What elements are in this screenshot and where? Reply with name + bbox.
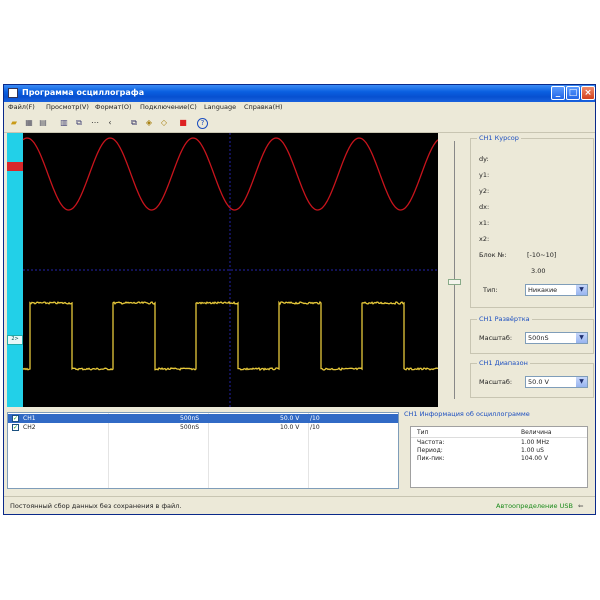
chevron-down-icon[interactable]: ▼ [576,377,587,387]
zoom-out-icon[interactable]: ◇ [159,118,169,128]
cursor-group-title: CH1 Курсор [477,134,521,142]
save-icon[interactable]: ▦ [24,118,34,128]
ch2-checkbox[interactable]: ✓ [12,424,19,431]
cursor-x2-label: x2: [479,235,490,243]
zoom-in-icon[interactable]: ◈ [144,118,154,128]
dots-icon[interactable]: ⋯ [90,118,100,128]
range-scale-select[interactable]: 50.0 V ▼ [525,376,588,388]
menu-view[interactable]: Просмотр(V) [46,103,89,111]
info-title: CH1 Информация об осциллограмме [404,410,530,418]
cursor-dy-label: dy: [479,155,489,163]
minimize-button[interactable]: _ [551,86,565,100]
range-scale-value: 50.0 V [528,378,549,386]
info-type: Пик-пик: [417,455,445,462]
waveform-plot [22,133,438,407]
info-value: 1.00 MHz [521,439,550,446]
chevron-down-icon[interactable]: ▼ [576,333,587,343]
info-header-value: Величина [521,429,552,436]
app-icon [8,88,18,98]
channel-timebase: 500nS [180,415,200,422]
chevron-down-icon[interactable]: ▼ [576,285,587,295]
app-window: Программа осциллографа _ □ × Файл(F) Про… [3,84,596,515]
menu-format[interactable]: Формат(O) [95,103,132,111]
sweep-scale-label: Масштаб: [479,334,513,342]
status-text: Постоянный сбор данных без сохранения в … [10,502,182,510]
slider-thumb[interactable] [448,279,461,285]
status-bar: Постоянный сбор данных без сохранения в … [4,496,595,515]
cursor-type-value: Никакие [528,286,558,294]
info-row: Период: 1.00 uS [411,447,587,455]
ch1-checkbox[interactable]: ✓ [12,415,19,422]
block-label: Блок №: [479,251,507,259]
right-panel: CH1 Курсор dy: y1: y2: dx: x1: x2: Блок … [470,133,594,407]
table-icon[interactable]: ▥ [59,118,69,128]
block-range: [-10~10] [527,251,557,259]
help-icon[interactable]: ? [197,118,208,129]
toolbar: ▰ ▦ ▤ ▥ ⧉ ⋯ ‹ ⧉ ◈ ◇ ■ ? [4,115,595,133]
channel-volts: 50.0 V [280,415,300,422]
info-header-row: Тип Величина [411,429,587,438]
cursor-group: CH1 Курсор dy: y1: y2: dx: x1: x2: Блок … [470,134,594,308]
cursor-dx-label: dx: [479,203,490,211]
maximize-button[interactable]: □ [566,86,580,100]
sweep-group-title: CH1 Развёртка [477,315,532,323]
table-row[interactable]: ✓ CH1 500nS 50.0 V /10 [8,414,398,423]
window-title: Программа осциллографа [22,88,145,97]
range-group: CH1 Диапазон Масштаб: 50.0 V ▼ [470,359,594,398]
info-row: Частота: 1.00 MHz [411,439,587,447]
info-type: Период: [417,447,443,454]
info-header-type: Тип [417,429,429,436]
cursor-type-label: Тип: [483,286,498,294]
sweep-scale-select[interactable]: 500nS ▼ [525,332,588,344]
info-value: 104.00 V [521,455,549,462]
waveform-info-panel: CH1 Информация об осциллограмме Тип Вели… [402,410,592,490]
oscilloscope-screen[interactable]: 2> [7,133,438,407]
channel-name: CH2 [23,424,36,431]
menu-bar: Файл(F) Просмотр(V) Формат(O) Подключени… [4,102,595,114]
channel-probe: /10 [310,415,320,422]
info-row: Пик-пик: 104.00 V [411,455,587,463]
arrow-left-icon[interactable]: ‹ [105,118,115,128]
menu-file[interactable]: Файл(F) [8,103,35,111]
title-bar[interactable]: Программа осциллографа _ □ × [4,85,595,102]
info-value: 1.00 uS [521,447,544,454]
channel-timebase: 500nS [180,424,200,431]
print-icon[interactable]: ▤ [38,118,48,128]
block-number: 3.00 [531,267,546,275]
menu-language[interactable]: Language [204,103,236,111]
cursor-y1-label: y1: [479,171,490,179]
vertical-position-slider[interactable] [439,133,469,407]
usb-status: Автоопределение USB [496,502,573,510]
copy-icon[interactable]: ⧉ [74,118,84,128]
channel-name: CH1 [23,415,36,422]
cursor-x1-label: x1: [479,219,490,227]
channel-table: ✓ CH1 500nS 50.0 V /10 ✓ CH2 500nS 10.0 … [7,412,399,489]
stop-icon[interactable]: ■ [178,118,188,128]
connect-icon[interactable]: ⧉ [129,118,139,128]
sweep-scale-value: 500nS [528,334,549,342]
channel-volts: 10.0 V [280,424,300,431]
usb-icon: ⇐ [578,502,584,510]
channel-probe: /10 [310,424,320,431]
range-scale-label: Масштаб: [479,378,513,386]
sweep-group: CH1 Развёртка Масштаб: 500nS ▼ [470,315,594,354]
slider-track [454,141,455,399]
info-table: Тип Величина Частота: 1.00 MHz Период: 1… [410,426,588,488]
cursor-type-select[interactable]: Никакие ▼ [525,284,588,296]
info-type: Частота: [417,439,445,446]
close-button[interactable]: × [581,86,595,100]
open-folder-icon[interactable]: ▰ [9,118,19,128]
menu-connection[interactable]: Подключение(C) [140,103,197,111]
table-row[interactable]: ✓ CH2 500nS 10.0 V /10 [8,423,398,432]
ch2-square-waveform [22,300,438,372]
range-group-title: CH1 Диапазон [477,359,530,367]
menu-help[interactable]: Справка(H) [244,103,283,111]
cursor-y2-label: y2: [479,187,490,195]
